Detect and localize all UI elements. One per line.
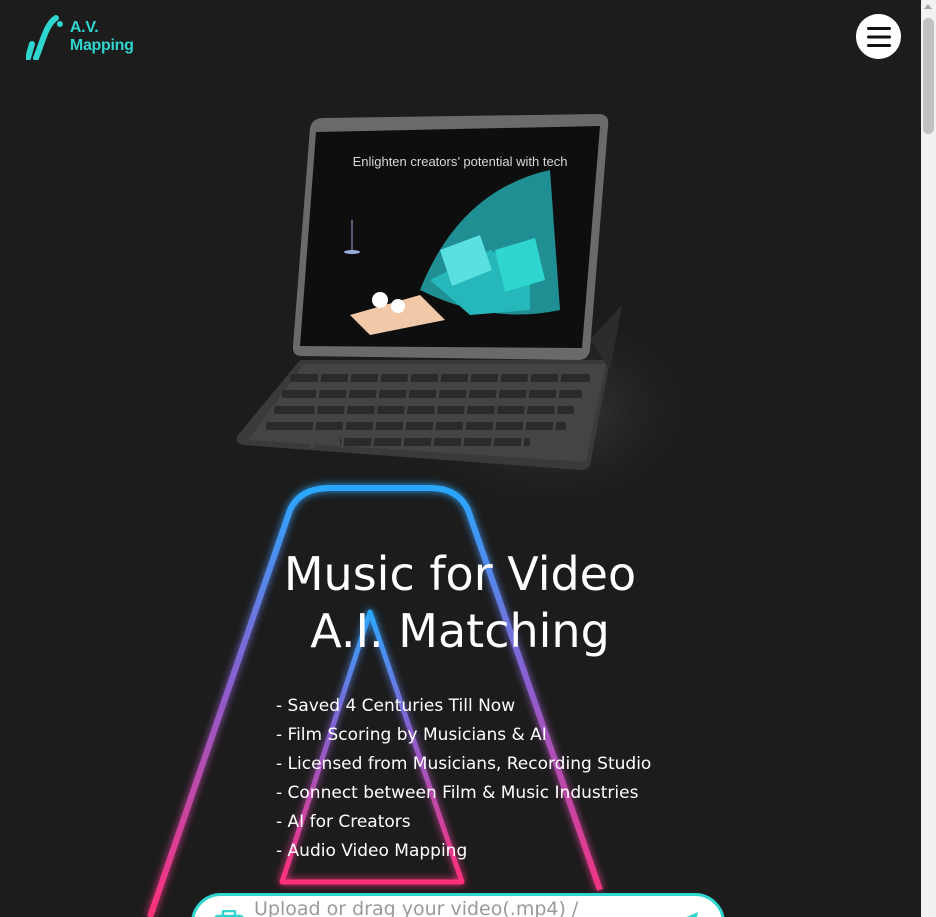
tablet-image xyxy=(236,114,710,520)
feature-item: - Audio Video Mapping xyxy=(276,841,468,861)
feature-list: - Saved 4 Centuries Till Now - Film Scor… xyxy=(276,692,651,866)
upload-placeholder: Upload or drag your video(.mp4) / xyxy=(254,898,579,917)
video-upload-dropzone[interactable]: Upload or drag your video(.mp4) / xyxy=(191,893,725,917)
hero-title: Music for Video A.I. Matching xyxy=(200,546,720,660)
camera-icon xyxy=(214,910,244,917)
feature-item: - AI for Creators xyxy=(276,812,411,832)
hero-title-line1: Music for Video xyxy=(283,547,637,601)
scrollbar-thumb[interactable] xyxy=(923,18,934,134)
page: A.V. Mapping Enlighten creators’ potenti… xyxy=(0,0,936,917)
vertical-scrollbar[interactable] xyxy=(921,0,936,917)
feature-item: - Licensed from Musicians, Recording Stu… xyxy=(276,754,652,774)
feature-item: - Film Scoring by Musicians & AI xyxy=(276,725,547,745)
feature-item: - Saved 4 Centuries Till Now xyxy=(276,696,516,716)
hero-title-line2: A.I. Matching xyxy=(310,604,610,658)
scroll-up-arrow-icon[interactable] xyxy=(924,4,932,9)
tablet-caption: Enlighten creators’ potential with tech xyxy=(352,154,568,169)
tablet-illustration: Enlighten creators’ potential with tech xyxy=(230,110,710,520)
feature-item: - Connect between Film & Music Industrie… xyxy=(276,783,639,803)
send-icon[interactable] xyxy=(678,910,700,917)
